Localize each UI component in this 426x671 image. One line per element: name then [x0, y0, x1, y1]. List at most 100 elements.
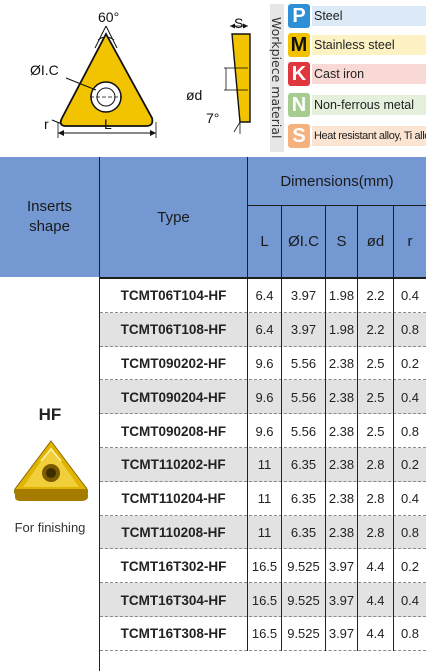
- table-row: TCMT06T108-HF 6.4 3.97 1.98 2.2 0.8: [100, 312, 426, 347]
- cell-l: 9.6: [248, 346, 282, 381]
- cell-d: 2.2: [358, 312, 394, 347]
- cell-type: TCMT090208-HF: [100, 414, 248, 448]
- angle-label: 60°: [98, 9, 120, 25]
- header-col-label: S: [336, 233, 347, 250]
- header-col-l: L: [248, 206, 282, 277]
- cell-type: TCMT16T304-HF: [100, 583, 248, 617]
- cell-d: 4.4: [358, 583, 394, 617]
- header-col-s: S: [326, 206, 358, 277]
- r-label: r: [44, 116, 49, 132]
- header-col-label: ød: [366, 233, 385, 250]
- table-row: TCMT110202-HF 11 6.35 2.38 2.8 0.2: [100, 448, 426, 482]
- cell-r: 0.8: [400, 423, 420, 439]
- cell-r: 0.4: [400, 389, 420, 405]
- cell-d: 2.5: [358, 346, 394, 381]
- table-row: TCMT16T302-HF 16.5 9.525 3.97 4.4 0.2: [100, 549, 426, 584]
- header-col-label: ØI.C: [288, 233, 319, 250]
- cell-l: 9.6: [248, 414, 282, 448]
- cell-ic: 3.97: [282, 279, 326, 313]
- header-dimensions-label: Dimensions(mm): [280, 172, 394, 190]
- cell-r: 0.8: [400, 626, 420, 642]
- table-row: TCMT090204-HF 9.6 5.56 2.38 2.5 0.4: [100, 380, 426, 415]
- legend-item-stainless-steel: M Stainless steel: [288, 33, 426, 57]
- cell-ic: 9.525: [282, 617, 326, 651]
- cell-ic: 9.525: [282, 549, 326, 584]
- cell-d: 4.4: [358, 549, 394, 584]
- legend-label: Heat resistant alloy, Ti alloy: [312, 126, 426, 146]
- cell-type: TCMT090202-HF: [100, 346, 248, 381]
- cell-type: TCMT16T308-HF: [100, 617, 248, 651]
- cell-ic: 3.97: [282, 312, 326, 347]
- deg-label: 7°: [206, 110, 220, 126]
- table-row: TCMT16T304-HF 16.5 9.525 3.97 4.4 0.4: [100, 583, 426, 617]
- cell-type: TCMT06T104-HF: [100, 279, 248, 313]
- cell-d: 2.8: [358, 481, 394, 516]
- cell-s: 2.38: [326, 346, 358, 381]
- cell-l: 11: [248, 481, 282, 516]
- cell-d: 2.5: [358, 414, 394, 448]
- legend-letter: P: [288, 4, 310, 28]
- header-shape-label: Inserts shape: [26, 198, 72, 235]
- cell-d: 4.4: [358, 617, 394, 651]
- cell-l: 16.5: [248, 583, 282, 617]
- header-col-label: r: [407, 233, 413, 250]
- od-label: ød: [186, 87, 203, 103]
- triangle-insert-diagram: [51, 25, 157, 138]
- legend-letter: N: [288, 93, 310, 117]
- cell-s: 2.38: [326, 481, 358, 516]
- cell-s: 2.38: [326, 414, 358, 448]
- ic-label: ØI.C: [30, 62, 59, 78]
- header-col-d: ød: [358, 206, 394, 277]
- legend-item-heat-resistant: S Heat resistant alloy, Ti alloy: [288, 124, 426, 148]
- cell-d: 2.2: [358, 279, 394, 313]
- cell-l: 6.4: [248, 312, 282, 347]
- legend-label: Stainless steel: [312, 35, 426, 55]
- legend-letter: K: [288, 62, 310, 86]
- cell-d: 2.5: [358, 380, 394, 415]
- header-type-label: Type: [157, 208, 190, 226]
- cell-type: TCMT110204-HF: [100, 481, 248, 516]
- cell-s: 2.38: [326, 380, 358, 415]
- cell-ic: 6.35: [282, 481, 326, 516]
- cell-ic: 5.56: [282, 380, 326, 415]
- cell-r: 0.4: [400, 491, 420, 507]
- legend-item-cast-iron: K Cast iron: [288, 62, 426, 86]
- cell-r: 0.2: [400, 558, 420, 574]
- shape-caption: For finishing: [14, 520, 86, 535]
- cell-l: 16.5: [248, 617, 282, 651]
- cell-r: 0.2: [400, 355, 420, 371]
- cell-r: 0.4: [400, 288, 420, 304]
- s-label: S: [234, 15, 244, 31]
- insert-photo: [14, 440, 89, 501]
- cell-r: 0.8: [400, 524, 420, 540]
- cell-s: 3.97: [326, 583, 358, 617]
- legend-label: Cast iron: [312, 64, 426, 84]
- cell-s: 3.97: [326, 549, 358, 584]
- legend-letter: M: [288, 33, 310, 57]
- legend-letter: S: [288, 124, 310, 148]
- cell-s: 1.98: [326, 312, 358, 347]
- cell-r: 0.2: [400, 457, 420, 473]
- cell-d: 2.8: [358, 448, 394, 482]
- cell-ic: 6.35: [282, 515, 326, 550]
- cell-r: 0.4: [400, 592, 420, 608]
- header-col-ic: ØI.C: [282, 206, 326, 277]
- cell-type: TCMT090204-HF: [100, 380, 248, 415]
- cell-l: 9.6: [248, 380, 282, 415]
- cell-type: TCMT110202-HF: [100, 448, 248, 482]
- header-col-label: L: [260, 233, 269, 250]
- cell-s: 2.38: [326, 515, 358, 550]
- legend-caption: Workpiece material: [269, 17, 284, 139]
- cell-d: 2.8: [358, 515, 394, 550]
- cell-ic: 5.56: [282, 346, 326, 381]
- diagram-area: 60° ØI.C r L S ød 7° Workpiece material …: [0, 0, 426, 156]
- header-shape: Inserts shape: [0, 157, 100, 277]
- legend-item-non-ferrous: N Non-ferrous metal: [288, 93, 426, 117]
- shape-column: HF For finishing: [0, 277, 100, 671]
- cell-r: 0.8: [400, 322, 420, 338]
- cell-s: 2.38: [326, 448, 358, 482]
- header-dimensions: Dimensions(mm): [248, 157, 426, 206]
- cell-type: TCMT110208-HF: [100, 515, 248, 550]
- legend-item-steel: P Steel: [288, 4, 426, 28]
- shape-name: HF: [38, 405, 62, 424]
